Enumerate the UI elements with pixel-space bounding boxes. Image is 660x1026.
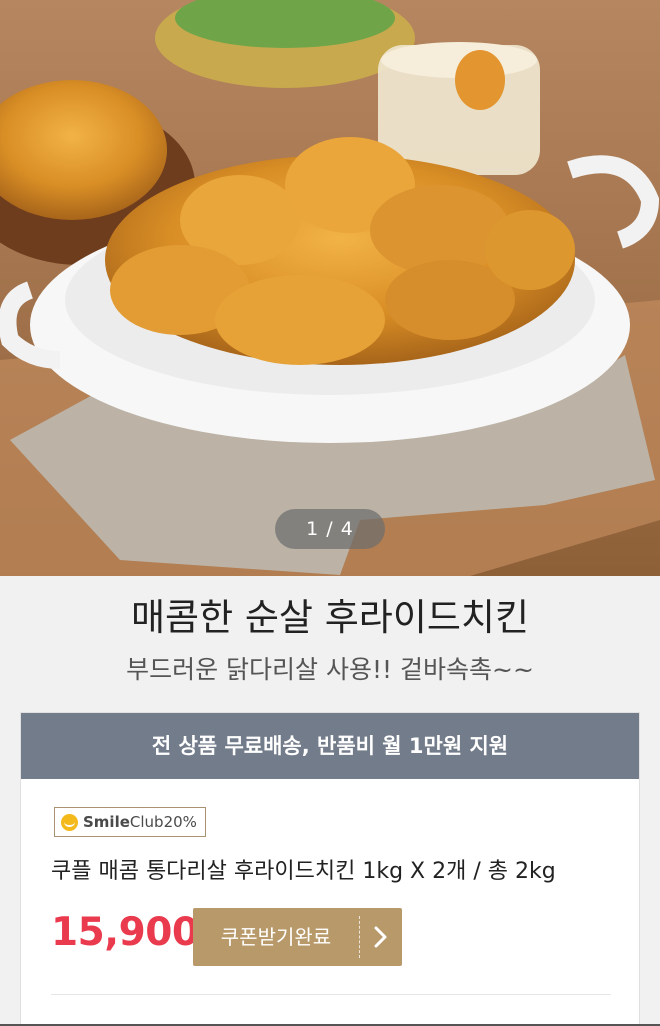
smile-club-percent: 20%	[163, 813, 197, 831]
product-info-card: 전 상품 무료배송, 반품비 월 1만원 지원 SmileClub20% 쿠플 …	[20, 712, 640, 1026]
image-pager: 1 / 4	[275, 509, 385, 549]
smile-icon	[61, 813, 78, 831]
product-image-carousel[interactable]: 1 / 4	[0, 0, 660, 576]
smile-label: Smile	[83, 813, 130, 831]
product-title: 매콤한 순살 후라이드치킨	[131, 596, 529, 639]
fried-chicken-image	[0, 0, 660, 576]
product-price: 15,900	[51, 910, 199, 955]
coupon-button-label: 쿠폰받기완료	[220, 925, 332, 949]
club-label: Club	[129, 813, 164, 831]
product-subtitle: 부드러운 닭다리살 사용!! 겉바속촉~~	[126, 655, 534, 684]
coupon-download-button[interactable]: 쿠폰받기완료	[193, 908, 402, 966]
free-shipping-banner[interactable]: 전 상품 무료배송, 반품비 월 1만원 지원	[21, 713, 639, 779]
smile-club-badge: SmileClub20%	[54, 807, 206, 837]
product-name: 쿠플 매콤 통다리살 후라이드치킨 1kg X 2개 / 총 2kg	[51, 859, 556, 884]
smile-club-label: SmileClub20%	[83, 813, 197, 831]
chevron-right-icon	[360, 908, 402, 966]
divider	[51, 994, 611, 995]
